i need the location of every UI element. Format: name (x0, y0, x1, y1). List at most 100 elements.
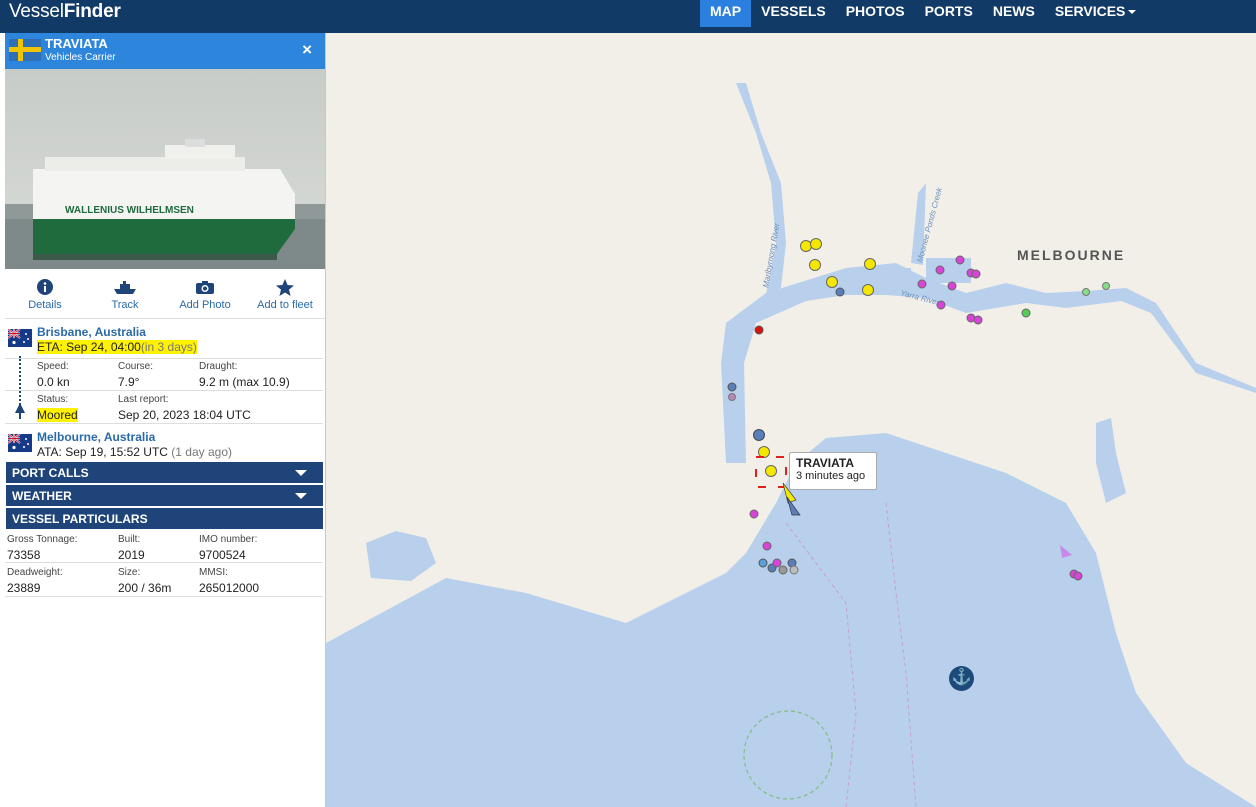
vessel-photo[interactable]: WALLENIUS WILHELMSEN (5, 69, 325, 269)
voyage-status-row: Status: Moored Last report: Sep 20, 2023… (5, 394, 323, 424)
weather-section[interactable]: WEATHER (6, 485, 323, 506)
dock-basin (856, 268, 911, 282)
vesselfinder-logo[interactable]: VesselFinder (9, 1, 121, 23)
port-calls-label: PORT CALLS (12, 466, 89, 480)
vessel-marker[interactable] (749, 509, 759, 519)
vessel-type: Vehicles Carrier (45, 52, 116, 63)
details-button[interactable]: Details (5, 273, 85, 318)
vessel-marker[interactable] (754, 325, 764, 335)
info-icon (5, 279, 85, 297)
add-photo-button[interactable]: Add Photo (165, 273, 245, 318)
close-panel-button[interactable]: × (302, 40, 312, 60)
vessel-marker[interactable] (917, 279, 927, 289)
vessel-marker[interactable] (973, 315, 983, 325)
eta-value: ETA: Sep 24, 04:00 (37, 340, 141, 354)
add-to-fleet-button[interactable]: Add to fleet (245, 273, 325, 318)
weather-label: WEATHER (12, 489, 72, 503)
vessel-marker[interactable] (789, 565, 799, 575)
details-label: Details (28, 299, 62, 311)
tooltip-vessel-name: TRAVIATA (796, 456, 854, 470)
city-label: MELBOURNE (1017, 247, 1126, 263)
anchor-icon[interactable]: ⚓ (949, 666, 974, 691)
vessel-marker[interactable] (835, 287, 845, 297)
destination-port-link[interactable]: Brisbane, Australia (37, 325, 146, 339)
vessel-panel: TRAVIATA Vehicles Carrier × WALLENIUS WI… (0, 33, 326, 807)
vessel-marker[interactable] (935, 265, 945, 275)
eta-relative: (in 3 days) (140, 340, 197, 354)
add-photo-label: Add Photo (179, 299, 231, 311)
departure-port-link[interactable]: Melbourne, Australia (37, 430, 155, 444)
last-report-label: Last report: (118, 394, 169, 405)
nav-ports[interactable]: PORTS (915, 0, 983, 27)
last-report-value: Sep 20, 2023 18:04 UTC (118, 408, 251, 422)
size-label: Size: (118, 567, 141, 578)
vessel-name: TRAVIATA (45, 36, 108, 51)
nav-news[interactable]: NEWS (983, 0, 1045, 27)
draught-value: 9.2 m (max 10.9) (199, 375, 290, 389)
vessel-marker[interactable] (864, 258, 876, 270)
track-button[interactable]: Track (85, 273, 165, 318)
imo-value: 9700524 (199, 548, 246, 562)
vessel-marker[interactable] (955, 255, 965, 265)
gross-tonnage-label: Gross Tonnage: (7, 534, 78, 545)
imo-label: IMO number: (199, 534, 258, 545)
nav-vessels[interactable]: VESSELS (751, 0, 836, 27)
lagoon (366, 531, 436, 581)
vessel-marker[interactable] (778, 565, 788, 575)
vessel-marker[interactable] (1102, 282, 1110, 290)
status-value: Moored (37, 408, 78, 422)
track-label: Track (111, 299, 139, 311)
ship-hull-text: WALLENIUS WILHELMSEN (65, 205, 194, 216)
speed-label: Speed: (37, 361, 69, 372)
ata-relative: (1 day ago) (171, 445, 232, 459)
chevron-down-icon (295, 470, 307, 476)
vessel-marker[interactable] (758, 446, 770, 458)
particulars-row-2: Deadweight: 23889 Size: 200 / 36m MMSI: … (5, 564, 323, 597)
course-value: 7.9° (118, 375, 140, 389)
deadweight-value: 23889 (7, 581, 41, 595)
vessel-marker[interactable] (1082, 288, 1090, 296)
vessel-marker[interactable] (971, 269, 981, 279)
star-icon (245, 279, 325, 297)
draught-label: Draught: (199, 361, 238, 372)
vessel-marker[interactable] (1073, 571, 1083, 581)
course-label: Course: (118, 361, 154, 372)
nav-services[interactable]: SERVICES (1045, 0, 1147, 27)
ata-value: ATA: Sep 19, 15:52 UTC (37, 445, 168, 459)
main-nav: MAP VESSELS PHOTOS PORTS NEWS SERVICES (700, 0, 1146, 27)
vessel-marker[interactable] (762, 541, 772, 551)
mmsi-value: 265012000 (199, 581, 260, 595)
vessel-marker[interactable] (765, 465, 777, 477)
vessel-marker[interactable] (772, 558, 782, 568)
logo-text-part1: Vessel (9, 1, 64, 22)
logo-text-part2: Finder (63, 1, 121, 22)
vessel-marker[interactable] (809, 259, 821, 271)
particulars-label: VESSEL PARTICULARS (12, 512, 148, 526)
australia-flag-icon (8, 434, 32, 452)
vessel-tooltip: TRAVIATA 3 minutes ago (789, 452, 877, 490)
vessel-panel-header: TRAVIATA Vehicles Carrier × (5, 33, 325, 69)
camera-icon (165, 279, 245, 297)
port-calls-section[interactable]: PORT CALLS (6, 462, 323, 483)
vessel-marker[interactable] (826, 276, 838, 288)
vessel-marker[interactable] (753, 429, 765, 441)
nav-map[interactable]: MAP (700, 0, 752, 27)
vessel-marker[interactable] (758, 558, 768, 568)
vessel-marker[interactable] (728, 393, 736, 401)
nav-photos[interactable]: PHOTOS (836, 0, 915, 27)
vessel-marker[interactable] (810, 238, 822, 250)
deadweight-label: Deadweight: (7, 567, 63, 578)
speed-value: 0.0 kn (37, 375, 70, 389)
vessel-marker[interactable] (800, 240, 812, 252)
built-value: 2019 (118, 548, 145, 562)
caret-down-icon (1128, 10, 1137, 15)
vessel-marker[interactable] (862, 284, 874, 296)
vessel-marker[interactable] (947, 281, 957, 291)
gross-tonnage-value: 73358 (7, 548, 41, 562)
lagoon (1096, 418, 1126, 503)
size-value: 200 / 36m (118, 581, 172, 595)
vessel-particulars-section[interactable]: VESSEL PARTICULARS (6, 508, 323, 529)
vessel-marker[interactable] (727, 382, 737, 392)
map-canvas[interactable]: Maribyrnong River Moonee Ponds Creek Yar… (326, 33, 1256, 807)
vessel-marker[interactable] (1021, 308, 1031, 318)
